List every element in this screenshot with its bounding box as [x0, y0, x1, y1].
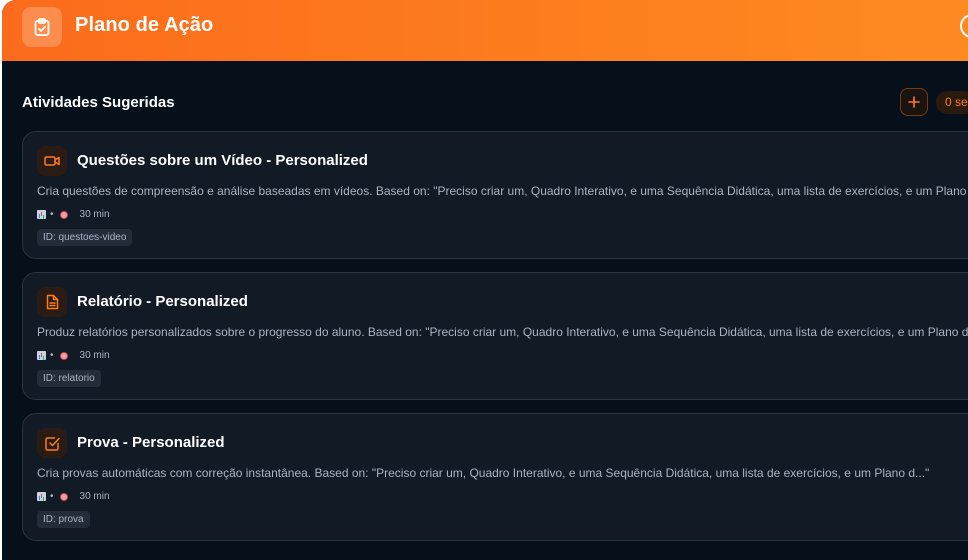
page-title: Plano de Ação [75, 14, 214, 36]
meta-separator: • [50, 209, 54, 220]
activity-card[interactable]: Relatório - Personalized Produz relatóri… [22, 272, 968, 400]
card-duration: 30 min [79, 209, 110, 220]
clock-icon [59, 492, 68, 501]
activity-card[interactable]: Prova - Personalized Cria provas automát… [22, 413, 968, 541]
card-meta: • 30 min [37, 209, 110, 220]
card-description: Cria questões de compreensão e análise b… [37, 184, 968, 198]
card-description: Cria provas automáticas com correção ins… [37, 466, 930, 480]
card-id-badge: ID: relatorio [37, 370, 101, 387]
activity-card[interactable]: Questões sobre um Vídeo - Personalized C… [22, 131, 968, 259]
section-title: Atividades Sugeridas [22, 94, 175, 111]
selected-count-badge: 0 se [936, 91, 968, 114]
card-id-badge: ID: prova [37, 511, 90, 528]
clock-icon [59, 210, 68, 219]
chart-icon [37, 351, 46, 360]
card-duration: 30 min [79, 350, 110, 361]
plus-icon [908, 96, 920, 108]
card-meta: • 30 min [37, 350, 110, 361]
meta-separator: • [50, 491, 54, 502]
clock-icon [59, 351, 68, 360]
video-icon [37, 146, 67, 176]
profile-button[interactable] [960, 14, 968, 38]
document-icon [37, 287, 67, 317]
add-activity-button[interactable] [900, 88, 928, 116]
app-window: Plano de Ação Atividades Sugeridas 0 se … [2, 0, 968, 560]
card-title: Relatório - Personalized [77, 293, 248, 310]
main-content: Atividades Sugeridas 0 se Questões sobre… [2, 61, 968, 560]
card-meta: • 30 min [37, 491, 110, 502]
card-title: Prova - Personalized [77, 434, 225, 451]
chart-icon [37, 492, 46, 501]
clipboard-check-icon [22, 7, 62, 47]
checkbox-icon [37, 428, 67, 458]
card-title: Questões sobre um Vídeo - Personalized [77, 152, 368, 169]
header-bar: Plano de Ação [2, 0, 968, 61]
chart-icon [37, 210, 46, 219]
meta-separator: • [50, 350, 54, 361]
card-description: Produz relatórios personalizados sobre o… [37, 325, 968, 339]
card-id-badge: ID: questoes-video [37, 229, 133, 246]
card-duration: 30 min [79, 491, 110, 502]
